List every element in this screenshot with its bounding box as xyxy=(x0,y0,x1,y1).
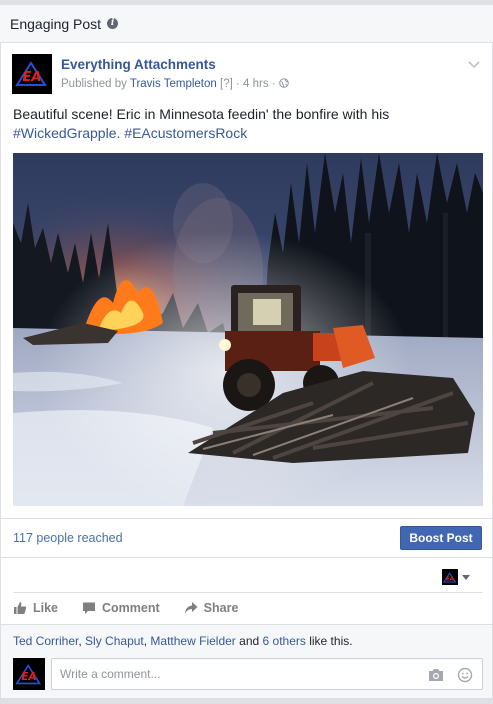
post-text: Beautiful scene! Eric in Minnesota feedi… xyxy=(13,105,483,143)
liker-link[interactable]: Ted Corriher xyxy=(13,634,78,648)
hashtag-eacustomersrock[interactable]: #EAcustomersRock xyxy=(124,125,247,141)
camera-icon[interactable] xyxy=(428,667,444,683)
page-avatar[interactable]: EA xyxy=(12,54,52,94)
share-icon xyxy=(184,602,198,614)
comment-input[interactable] xyxy=(60,667,400,681)
ea-logo-icon: EA xyxy=(15,61,47,86)
post-time[interactable]: 4 hrs xyxy=(243,78,269,90)
globe-icon[interactable] xyxy=(279,78,289,88)
likes-and-comments: Ted Corriher, Sly Chaput, Matthew Fielde… xyxy=(1,624,492,698)
post-body: Beautiful scene! Eric in Minnesota feedi… xyxy=(13,106,390,122)
caret-down-icon xyxy=(462,574,470,580)
divider xyxy=(1,624,492,625)
page-name-link[interactable]: Everything Attachments xyxy=(61,57,216,72)
info-icon[interactable]: i xyxy=(107,18,119,29)
svg-text:EA: EA xyxy=(23,70,42,85)
others-link[interactable]: 6 others xyxy=(263,634,306,648)
post-card: EA Everything Attachments Published by T… xyxy=(0,43,493,698)
share-label: Share xyxy=(203,601,239,615)
liker-link[interactable]: Sly Chaput xyxy=(85,634,144,648)
liker-link[interactable]: Matthew Fielder xyxy=(150,634,235,648)
panel-title: Engaging Post xyxy=(10,15,102,32)
share-button[interactable]: Share xyxy=(184,601,239,615)
post-header: EA Everything Attachments Published by T… xyxy=(12,54,482,96)
divider xyxy=(13,592,483,593)
emoji-icon[interactable] xyxy=(457,667,473,683)
post-meta: Published by Travis Templeton [?] · 4 hr… xyxy=(61,78,289,90)
chevron-down-icon[interactable] xyxy=(468,58,480,70)
comment-label: Comment xyxy=(102,601,160,615)
comment-icon xyxy=(83,602,96,614)
likes-and-text: and xyxy=(239,634,260,648)
divider xyxy=(1,518,492,519)
comment-input-wrapper xyxy=(51,658,483,690)
help-link[interactable]: [?] xyxy=(220,78,233,90)
bottom-border xyxy=(0,698,493,704)
people-reached-link[interactable]: 117 people reached xyxy=(13,531,123,545)
commenter-avatar[interactable]: EA xyxy=(13,658,45,690)
like-label: Like xyxy=(33,601,59,615)
svg-text:EA: EA xyxy=(446,576,454,582)
publisher-link[interactable]: Travis Templeton xyxy=(130,78,217,90)
published-by-label: Published by xyxy=(61,78,127,90)
likes-summary: Ted Corriher, Sly Chaput, Matthew Fielde… xyxy=(13,634,353,648)
post-actions: Like Comment Share xyxy=(13,598,483,618)
thumbs-up-icon xyxy=(14,602,27,614)
page-mini-avatar: EA xyxy=(442,569,458,585)
like-button[interactable]: Like xyxy=(13,601,58,615)
hashtag-wickedgrapple[interactable]: #WickedGrapple. xyxy=(13,125,120,141)
boost-post-button[interactable]: Boost Post xyxy=(400,526,482,550)
svg-text:EA: EA xyxy=(21,671,36,683)
post-as-selector[interactable]: EA xyxy=(442,569,472,585)
panel-header: Engaging Post i xyxy=(0,0,493,43)
likes-suffix: like this. xyxy=(309,634,353,648)
post-photo[interactable] xyxy=(13,153,483,506)
comment-button[interactable]: Comment xyxy=(82,601,160,615)
ea-logo-icon: EA xyxy=(443,571,457,583)
divider xyxy=(1,557,492,558)
ea-logo-icon: EA xyxy=(15,663,41,684)
